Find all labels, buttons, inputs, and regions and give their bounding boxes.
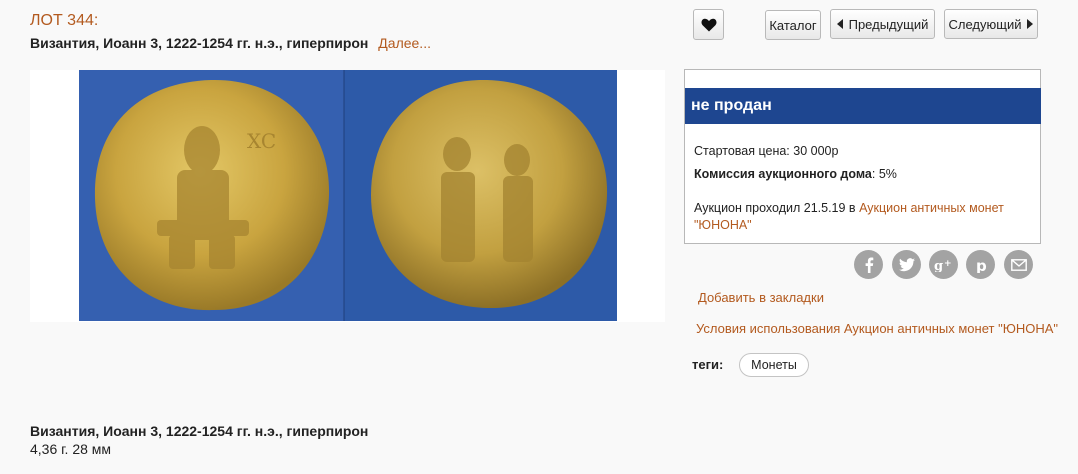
start-price: Стартовая цена: 30 000р [694,144,838,158]
svg-text:g: g [934,259,943,272]
heart-icon [701,18,716,31]
arrow-right-icon [1027,19,1034,29]
tag-coins[interactable]: Монеты [739,353,809,377]
twitter-share-button[interactable] [892,250,921,279]
pinterest-icon: p [976,257,987,273]
auction-link[interactable]: Аукцион античных монет [859,201,1004,215]
catalog-button[interactable]: Каталог [765,10,821,40]
auction-info: Аукцион проходил 21.5.19 в Аукцион антич… [694,201,1004,215]
terms-link[interactable]: Условия использования Аукцион античных м… [696,321,1058,336]
commission-value: : 5% [871,167,897,181]
auction-link-cont[interactable]: "ЮНОНА" [694,218,752,232]
lot-title-row: Византия, Иоанн 3, 1222-1254 гг. н.э., г… [30,35,431,51]
lot-number: ЛОТ 344: [30,12,99,29]
google-plus-share-button[interactable]: g + [929,250,958,279]
svg-text:p: p [976,257,987,273]
lot-title: Византия, Иоанн 3, 1222-1254 гг. н.э., г… [30,35,369,51]
previous-label: Предыдущий [848,16,929,32]
svg-text:XC: XC [247,129,276,153]
catalog-label: Каталог [769,17,817,33]
facebook-icon [865,257,873,273]
google-plus-icon: g + [934,259,952,272]
favorite-button[interactable] [693,9,724,40]
description-title: Византия, Иоанн 3, 1222-1254 гг. н.э., г… [30,423,369,439]
description-size: 4,36 г. 28 мм [30,441,112,457]
commission: Комиссия аукционного дома: 5% [694,167,897,181]
twitter-icon [898,257,915,271]
coin-image: XC [79,70,617,321]
status-label: не продан [685,88,1041,124]
email-share-button[interactable] [1004,250,1033,279]
previous-button[interactable]: Предыдущий [830,9,935,39]
email-icon [1010,258,1027,271]
commission-label: Комиссия аукционного дома [694,167,872,181]
bookmark-link[interactable]: Добавить в закладки [698,290,824,305]
more-link[interactable]: Далее... [378,35,431,51]
tags-label: теги: [692,357,724,372]
pinterest-share-button[interactable]: p [966,250,995,279]
next-button[interactable]: Следующий [944,9,1038,39]
auction-text: Аукцион проходил 21.5.19 в [694,201,856,215]
start-price-value: 30 000р [793,144,839,158]
arrow-left-icon [836,19,843,29]
start-price-label: Стартовая цена: [694,144,790,158]
next-label: Следующий [948,16,1022,32]
facebook-share-button[interactable] [854,250,883,279]
svg-text:+: + [944,259,952,269]
coin-photo[interactable]: XC [79,70,617,321]
